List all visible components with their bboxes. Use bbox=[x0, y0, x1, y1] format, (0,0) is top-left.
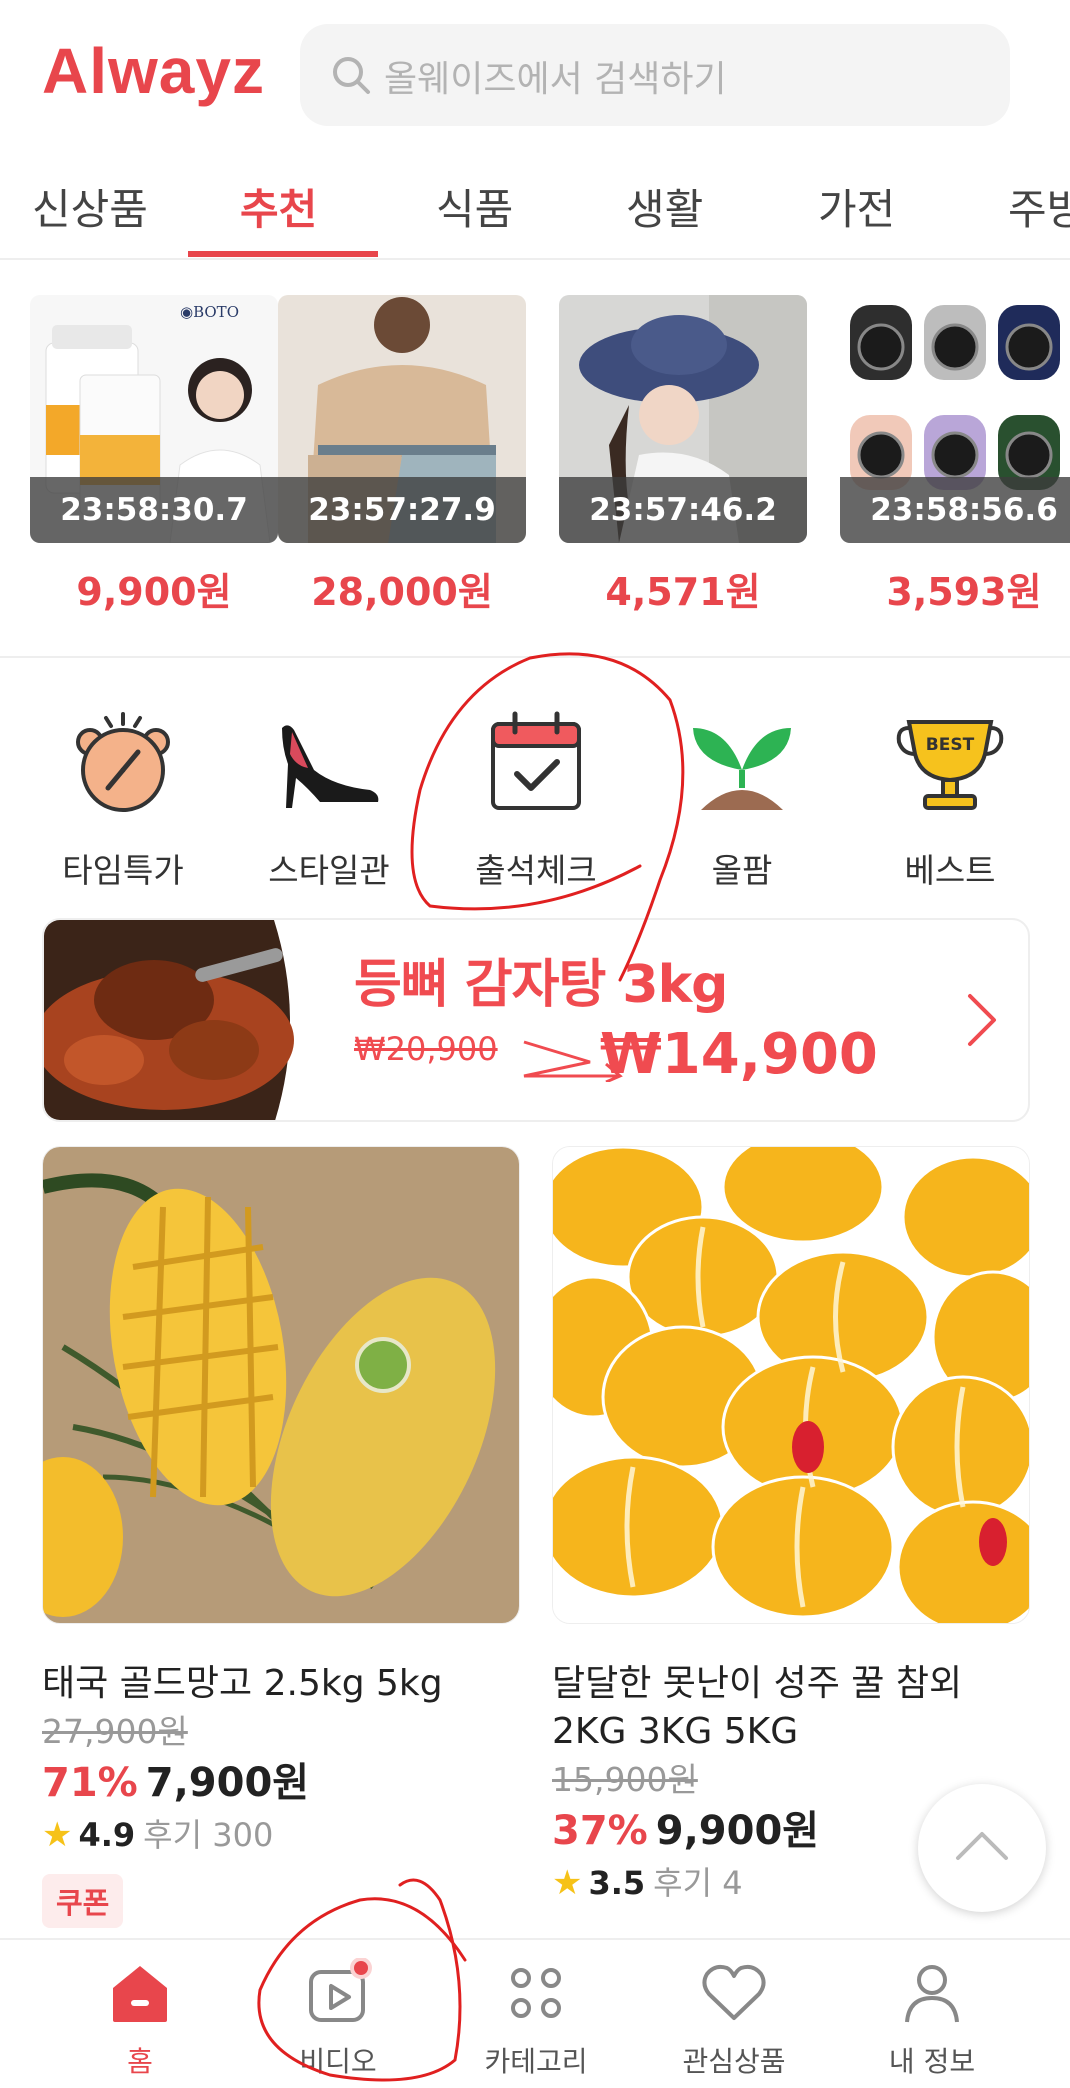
nav-my-info[interactable]: 내 정보 bbox=[832, 1958, 1032, 2080]
nav-label: 홈 bbox=[127, 2045, 153, 2078]
timed-deal-card[interactable]: ◉BOTO 23:58:30.7 9,900원 bbox=[30, 295, 278, 616]
product-price-line: 71% 7,900원 bbox=[42, 1756, 520, 1810]
chevron-up-icon bbox=[956, 1832, 1008, 1860]
deal-price: 9,900원 bbox=[76, 570, 232, 614]
product-image bbox=[42, 1146, 520, 1624]
active-tab-indicator bbox=[188, 251, 378, 257]
tab-recommended[interactable]: 추천 bbox=[240, 176, 317, 237]
quick-menu-attendance[interactable]: 출석체크 bbox=[441, 708, 631, 892]
deal-price: 3,593원 bbox=[886, 570, 1042, 614]
product-price: 7,900원 bbox=[145, 1760, 310, 1806]
nav-label: 내 정보 bbox=[888, 2045, 976, 2078]
review-count: 후기 300 bbox=[143, 1816, 274, 1854]
search-icon bbox=[333, 57, 370, 94]
product-image bbox=[552, 1146, 1030, 1624]
quick-menu-label: 타임특가 bbox=[62, 851, 184, 890]
high-heel-icon bbox=[282, 725, 379, 808]
tab-kitchen[interactable]: 주방 bbox=[1008, 176, 1070, 237]
quick-menu-label: 베스트 bbox=[904, 851, 996, 890]
star-icon: ★ bbox=[552, 1863, 583, 1903]
product-price: 9,900원 bbox=[655, 1808, 820, 1854]
nav-home[interactable]: 홈 bbox=[40, 1958, 240, 2080]
category-tabs: 신상품 추천 식품 생활 가전 주방 bbox=[0, 160, 1070, 260]
quick-menu-style[interactable]: 스타일관 bbox=[234, 708, 424, 892]
quick-menu-label: 스타일관 bbox=[268, 851, 390, 890]
pork-bone-soup-image bbox=[44, 920, 306, 1120]
product-card[interactable]: 태국 골드망고 2.5kg 5kg 27,900원 71% 7,900원 ★ 4.9… bbox=[42, 1146, 520, 1928]
deal-price: 28,000원 bbox=[311, 570, 493, 614]
deal-timer: 23:58:30.7 bbox=[30, 477, 278, 543]
search-bar[interactable]: 올웨이즈에서 검색하기 bbox=[300, 24, 1010, 126]
nav-video[interactable]: 비디오 bbox=[238, 1957, 438, 2080]
timed-deal-card[interactable]: 23:57:46.2 4,571원 bbox=[559, 295, 807, 616]
best-badge-text: BEST bbox=[926, 735, 975, 755]
product-original-price: 27,900원 bbox=[42, 1712, 188, 1751]
bottom-navigation: 홈 비디오 카테고리 관심상품 내 정보 bbox=[0, 1938, 1070, 2088]
tab-appliances[interactable]: 가전 bbox=[818, 176, 895, 237]
deal-timer: 23:58:56.6 bbox=[840, 477, 1070, 543]
mango-image bbox=[43, 1147, 519, 1623]
quick-menu-label: 출석체크 bbox=[475, 851, 597, 890]
product-name: 태국 골드망고 2.5kg 5kg bbox=[42, 1663, 443, 1704]
banner-old-price: ₩20,900 bbox=[354, 1030, 498, 1068]
deal-price: 4,571원 bbox=[605, 570, 761, 614]
quick-menu-best[interactable]: BEST 베스트 bbox=[855, 708, 1045, 892]
tab-new[interactable]: 신상품 bbox=[32, 176, 148, 237]
promo-banner[interactable]: 등뼈 감자탕 3kg ₩20,900 ₩14,900 bbox=[42, 918, 1030, 1122]
coupon-badge: 쿠폰 bbox=[42, 1874, 124, 1928]
product-discount: 71% bbox=[42, 1760, 138, 1806]
section-divider bbox=[0, 656, 1070, 658]
deal-timer: 23:57:46.2 bbox=[559, 477, 807, 543]
review-count: 후기 4 bbox=[653, 1864, 743, 1902]
category-icon bbox=[511, 1968, 561, 2018]
korean-melon-image bbox=[553, 1147, 1029, 1623]
heart-icon bbox=[702, 1964, 766, 2020]
alarm-clock-icon bbox=[76, 712, 170, 812]
best-trophy-icon: BEST bbox=[896, 720, 1004, 810]
quick-menu-time-deal[interactable]: 타임특가 bbox=[28, 708, 218, 892]
star-icon: ★ bbox=[42, 1815, 73, 1855]
scroll-to-top-button[interactable] bbox=[918, 1784, 1046, 1912]
timed-deal-card[interactable]: 23:58:56.6 3,593원 bbox=[840, 295, 1070, 616]
tab-living[interactable]: 생활 bbox=[626, 176, 703, 237]
deal-thumbnail: 23:58:56.6 bbox=[840, 295, 1070, 543]
search-placeholder: 올웨이즈에서 검색하기 bbox=[384, 59, 727, 100]
timed-deal-card[interactable]: 23:57:27.9 28,000원 bbox=[278, 295, 526, 616]
app-logo[interactable]: Alwayz bbox=[42, 34, 265, 108]
nav-label: 관심상품 bbox=[682, 2045, 786, 2078]
boto-brand-logo: ◉BOTO bbox=[180, 303, 239, 321]
deal-thumbnail: 23:57:27.9 bbox=[278, 295, 526, 543]
banner-new-price: ₩14,900 bbox=[600, 1022, 878, 1087]
home-icon bbox=[113, 1966, 167, 2022]
tab-food[interactable]: 식품 bbox=[436, 176, 513, 237]
sprout-icon bbox=[693, 728, 791, 810]
quick-menu-label: 올팜 bbox=[711, 851, 773, 890]
header: Alwayz 올웨이즈에서 검색하기 bbox=[0, 0, 1070, 150]
chevron-right-icon[interactable] bbox=[962, 990, 1002, 1050]
deal-timer: 23:57:27.9 bbox=[278, 477, 526, 543]
calendar-check-icon bbox=[491, 711, 581, 810]
product-rating: ★ 4.9 후기 300 bbox=[42, 1810, 520, 1860]
nav-label: 비디오 bbox=[299, 2045, 377, 2078]
user-icon bbox=[905, 1965, 959, 2023]
nav-category[interactable]: 카테고리 bbox=[436, 1958, 636, 2080]
rating-value: 3.5 bbox=[588, 1864, 646, 1902]
nav-label: 카테고리 bbox=[484, 2045, 588, 2078]
banner-title: 등뼈 감자탕 3kg bbox=[354, 955, 728, 1015]
rating-value: 4.9 bbox=[78, 1816, 136, 1854]
product-discount: 37% bbox=[552, 1808, 648, 1854]
video-icon bbox=[309, 1957, 372, 2022]
product-name: 달달한 못난이 성주 꿀 참외 2KG 3KG 5KG bbox=[552, 1663, 963, 1752]
quick-menu-allfarm[interactable]: 올팜 bbox=[647, 708, 837, 892]
deal-thumbnail: ◉BOTO 23:58:30.7 bbox=[30, 295, 278, 543]
nav-wishlist[interactable]: 관심상품 bbox=[634, 1958, 834, 2080]
deal-thumbnail: 23:57:46.2 bbox=[559, 295, 807, 543]
